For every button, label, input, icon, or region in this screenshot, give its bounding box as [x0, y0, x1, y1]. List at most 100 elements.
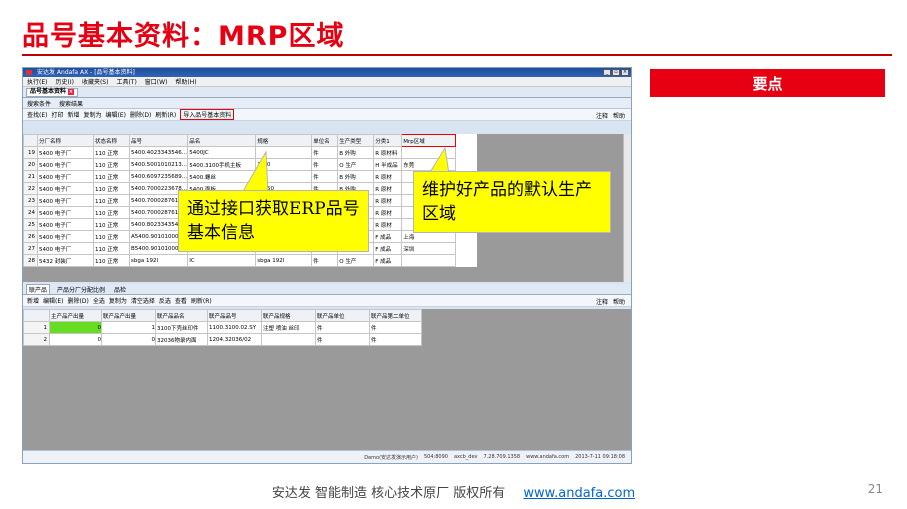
table-cell[interactable]: 5400.5001010213...: [128, 158, 189, 171]
table-cell[interactable]: 5400 电子厂: [37, 170, 94, 183]
table-cell[interactable]: 件: [311, 146, 339, 159]
grid-header[interactable]: 联产品单位: [315, 309, 370, 322]
view-button[interactable]: 查看: [175, 296, 187, 305]
table-cell[interactable]: sbga 192l: [255, 254, 313, 267]
comment-button[interactable]: 注释: [596, 111, 608, 120]
grid-scrollbar[interactable]: [623, 134, 631, 282]
table-cell[interactable]: 5400.4023343546...: [128, 146, 189, 159]
table-cell[interactable]: 件: [311, 170, 339, 183]
clear-selection-button[interactable]: 清空选择: [131, 296, 155, 305]
table-cell[interactable]: R 原材: [373, 194, 403, 207]
table-cell[interactable]: sbga 192l: [128, 254, 189, 267]
table-cell[interactable]: 110 正常: [93, 194, 130, 207]
table-cell[interactable]: 5400 电子厂: [37, 206, 94, 219]
table-cell[interactable]: [261, 333, 316, 346]
table-cell[interactable]: 110 正常: [93, 206, 130, 219]
grid-header[interactable]: 分类1: [373, 134, 403, 147]
table-cell[interactable]: R 原材: [373, 182, 403, 195]
table-cell[interactable]: 0: [49, 333, 102, 346]
lower-help-button[interactable]: 帮助: [613, 297, 625, 306]
table-cell[interactable]: 件: [369, 321, 422, 334]
lower-add-button[interactable]: 新增: [27, 296, 39, 305]
table-cell[interactable]: 5400 电子厂: [37, 146, 94, 159]
table-cell[interactable]: 5400.6097235689...: [128, 170, 189, 183]
table-cell[interactable]: 件: [311, 254, 339, 267]
menu-execute[interactable]: 执行(E): [27, 77, 47, 86]
table-cell[interactable]: O 生产: [337, 254, 375, 267]
grid-header[interactable]: 联产品第二单位: [369, 309, 422, 322]
table-cell[interactable]: 110 正常: [93, 218, 130, 231]
find-button[interactable]: 查找(E): [27, 110, 47, 119]
table-cell[interactable]: F 成品: [373, 230, 403, 243]
table-cell[interactable]: 注塑 喷油 丝印: [261, 321, 316, 334]
table-cell[interactable]: 32036物录内面: [155, 333, 208, 346]
table-cell[interactable]: 5400 电子厂: [37, 242, 94, 255]
lower-copy-as-button[interactable]: 复制为: [109, 296, 127, 305]
table-cell[interactable]: 1: [101, 321, 156, 334]
table-cell[interactable]: 5400 电子厂: [37, 230, 94, 243]
print-button[interactable]: 打印: [51, 110, 63, 119]
add-button[interactable]: 新增: [68, 110, 80, 119]
table-cell[interactable]: 5400 电子厂: [37, 218, 94, 231]
close-button[interactable]: ×: [621, 69, 629, 76]
table-cell[interactable]: 5400 电子厂: [37, 194, 94, 207]
tab-search-results[interactable]: 搜索结果: [59, 99, 83, 108]
table-cell[interactable]: 110 正常: [93, 254, 130, 267]
menu-history[interactable]: 历史(I): [55, 77, 73, 86]
table-cell[interactable]: 110 正常: [93, 146, 130, 159]
lower-refresh-button[interactable]: 刷新(R): [191, 296, 212, 305]
grid-header[interactable]: 联产品品号: [207, 309, 262, 322]
table-cell[interactable]: R 原材料: [373, 146, 403, 159]
table-cell[interactable]: 件: [369, 333, 422, 346]
table-cell[interactable]: 5400 电子厂: [37, 182, 94, 195]
tab-search-conditions[interactable]: 搜索条件: [27, 99, 51, 108]
delete-button[interactable]: 删除(D): [130, 110, 151, 119]
restore-button[interactable]: ▫: [612, 69, 620, 76]
copy-as-button[interactable]: 复制为: [84, 110, 102, 119]
grid-header[interactable]: 生产类型: [337, 134, 375, 147]
table-cell[interactable]: R 原材: [373, 206, 403, 219]
table-cell[interactable]: 110 正常: [93, 170, 130, 183]
footer-link[interactable]: www.andafa.com: [523, 486, 635, 501]
table-cell[interactable]: F 成品: [373, 242, 403, 255]
table-cell[interactable]: R 原材: [373, 170, 403, 183]
table-cell[interactable]: 深圳: [401, 242, 457, 255]
grid-header[interactable]: 品名: [187, 134, 257, 147]
mrp-area-header[interactable]: Mrp区域: [401, 134, 457, 147]
close-tab-icon[interactable]: ×: [68, 89, 75, 95]
menu-favorites[interactable]: 收藏夹(S): [82, 77, 109, 86]
table-cell[interactable]: 0: [101, 333, 156, 346]
table-cell[interactable]: 3100下壳丝印件: [155, 321, 208, 334]
select-all-button[interactable]: 全选: [93, 296, 105, 305]
table-cell[interactable]: 110 正常: [93, 230, 130, 243]
tab-item-master[interactable]: 品号基本资料 ×: [26, 87, 79, 97]
menu-tools[interactable]: 工具(T): [116, 77, 136, 86]
table-cell[interactable]: IC: [187, 254, 257, 267]
lower-comment-button[interactable]: 注释: [596, 297, 608, 306]
grid-header[interactable]: 品号: [128, 134, 189, 147]
table-cell[interactable]: [401, 254, 457, 267]
help-button[interactable]: 帮助: [613, 111, 625, 120]
table-cell[interactable]: 件: [315, 333, 370, 346]
table-cell[interactable]: 110 正常: [93, 182, 130, 195]
table-row[interactable]: 1 0 1 3100下壳丝印件 1100.3100.02.SY 注塑 喷油 丝印件件: [23, 321, 422, 334]
table-cell[interactable]: 件: [311, 158, 339, 171]
table-cell[interactable]: 0: [49, 321, 102, 334]
lower-edit-button[interactable]: 编辑(E): [43, 296, 63, 305]
table-cell[interactable]: 5400 电子厂: [37, 158, 94, 171]
invert-selection-button[interactable]: 反选: [159, 296, 171, 305]
table-cell[interactable]: O 生产: [337, 158, 375, 171]
table-row[interactable]: 2 0 0 32036物录内面 1204.32036/02 件件: [23, 333, 422, 346]
grid-header[interactable]: 单位名: [311, 134, 339, 147]
refresh-button[interactable]: 刷新(R): [155, 110, 176, 119]
grid-header[interactable]: 主产品产出量: [49, 309, 102, 322]
table-cell[interactable]: 1204.32036/02: [207, 333, 262, 346]
tab-inspection[interactable]: 品检: [112, 285, 128, 294]
table-cell[interactable]: R 原材: [373, 218, 403, 231]
table-cell[interactable]: B 外购: [337, 146, 375, 159]
edit-button[interactable]: 编辑(E): [106, 110, 126, 119]
table-cell[interactable]: H 半成品: [373, 158, 403, 171]
import-item-master-button[interactable]: 导入品号基本资料: [180, 109, 235, 120]
table-cell[interactable]: 110 正常: [93, 158, 130, 171]
minimize-button[interactable]: _: [603, 69, 611, 76]
